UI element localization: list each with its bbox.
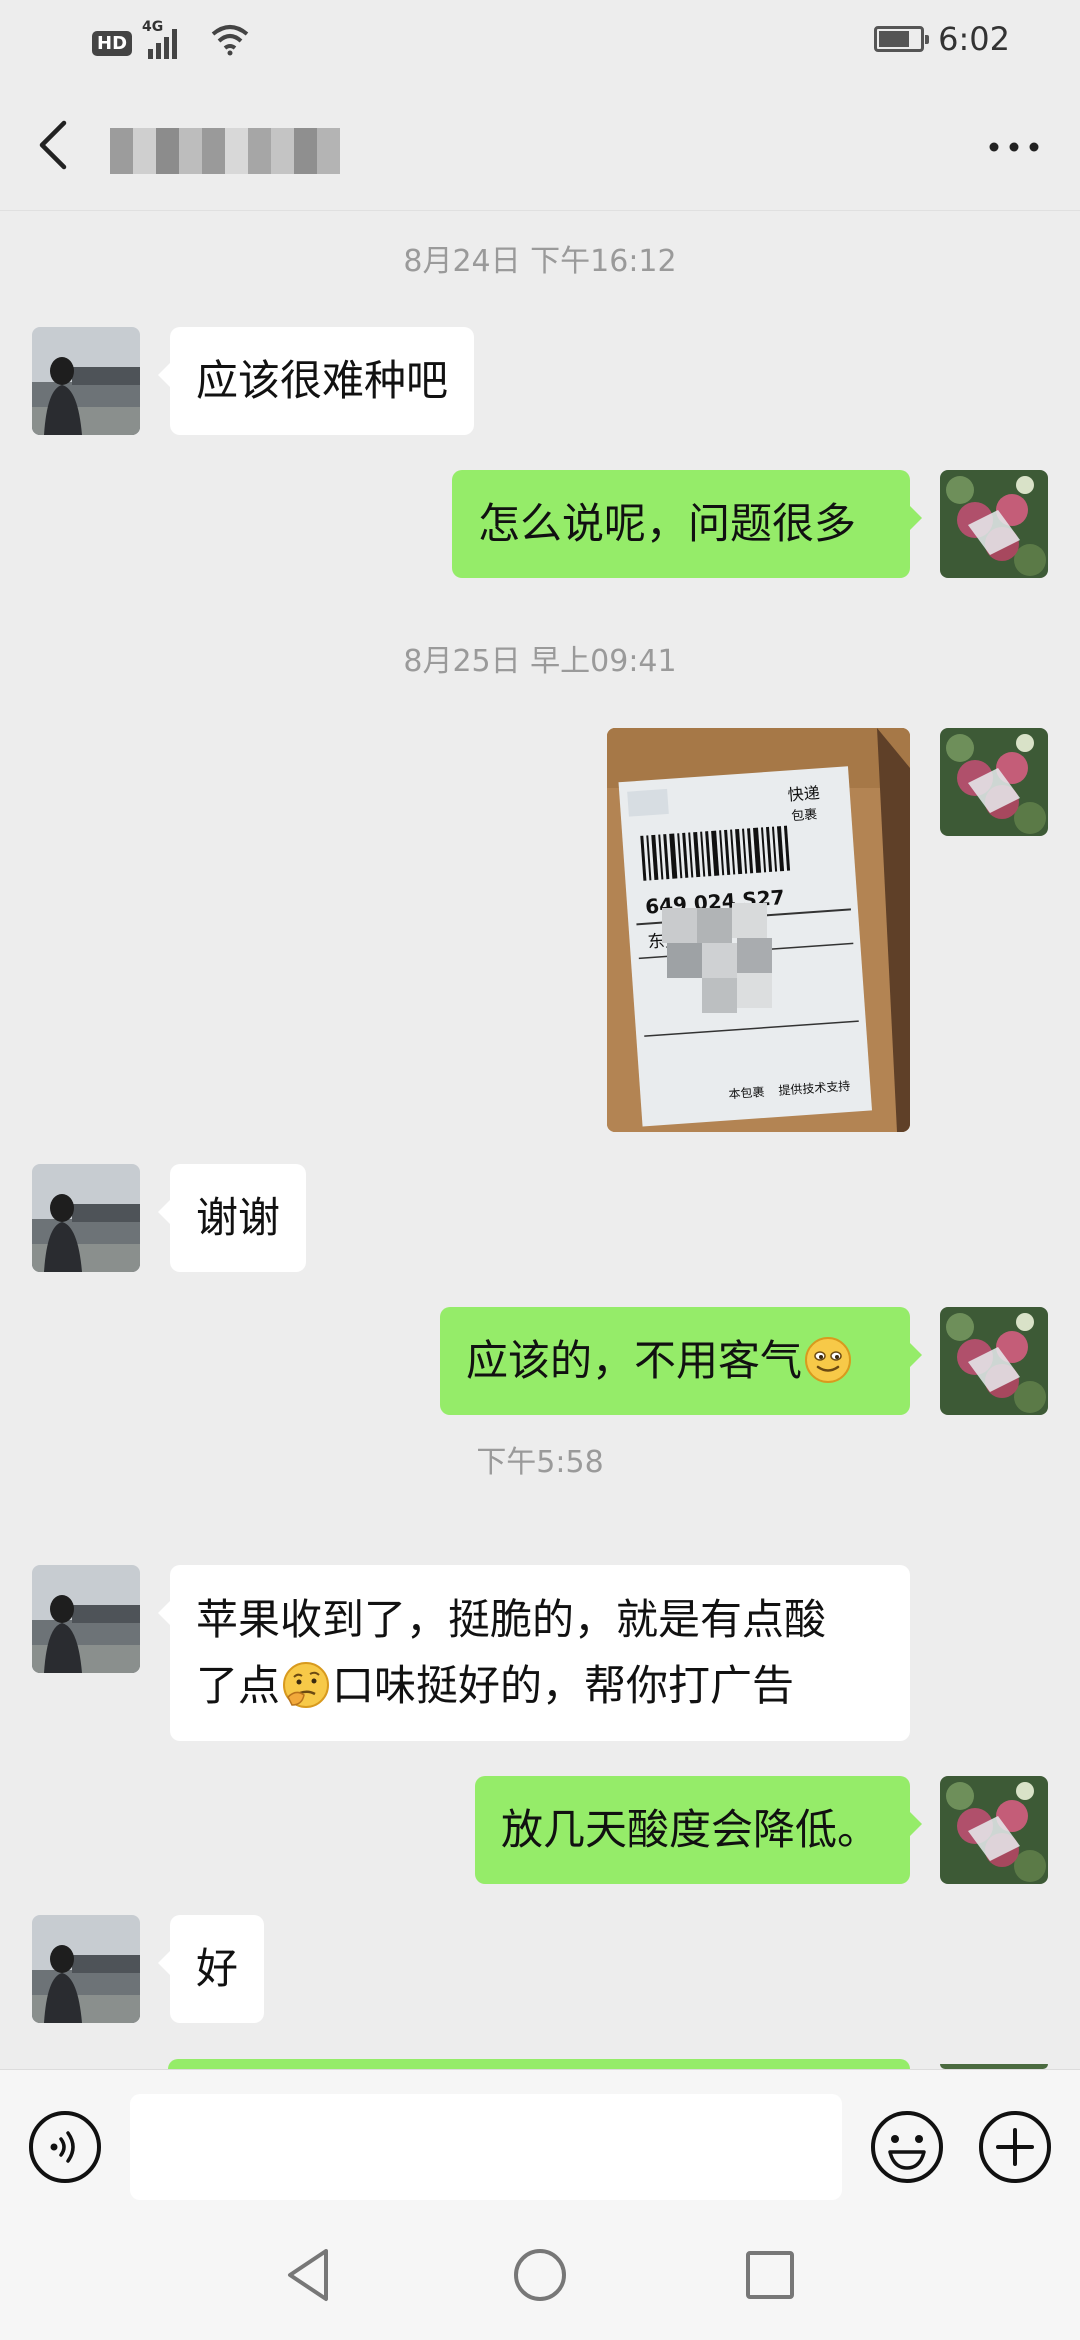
- incoming-message-bubble[interactable]: 苹果收到了，挺脆的，就是有点酸 了点 口味挺好的，帮你打广告: [158, 1565, 910, 1741]
- message-text: 好: [196, 1944, 239, 1993]
- outgoing-message-bubble[interactable]: 放几天酸度会降低。: [475, 1776, 922, 1884]
- outgoing-message-bubble[interactable]: 应该的，不用客气: [440, 1307, 922, 1415]
- incoming-message-bubble[interactable]: 好: [157, 1915, 265, 2023]
- timestamp: 下午5:58: [476, 1445, 604, 1480]
- message-text-line-1: 苹果收到了，挺脆的，就是有点酸: [196, 1595, 827, 1644]
- battery-level: [879, 31, 910, 47]
- contact-avatar[interactable]: [32, 327, 140, 435]
- contact-avatar[interactable]: [32, 1915, 140, 2023]
- message-text: 应该的，不用客气: [466, 1336, 803, 1385]
- message-line-2: 了点 口味挺好的，帮你打广告: [196, 1653, 884, 1719]
- nav-home-icon[interactable]: [510, 2245, 570, 2305]
- voice-icon[interactable]: [28, 2110, 101, 2183]
- message-list[interactable]: 8月24日 下午16:12 应该很难种吧 怎么说呢，问题很多 8月25日 早上0…: [0, 211, 1080, 2069]
- outgoing-message-bubble[interactable]: 怎么说呢，问题很多: [452, 470, 922, 578]
- status-left: HD 4G: [92, 19, 250, 64]
- parcel-photo: 快递 包裹 649 024 S27 本包裹 提供技术支持: [607, 728, 910, 1132]
- label-brand: 快递: [787, 783, 820, 804]
- status-bar: HD 4G 6:02: [0, 0, 1080, 80]
- message-text-line-2a: 了点: [196, 1661, 281, 1710]
- message-text: 怎么说呢，问题很多: [478, 499, 857, 548]
- chevron-left-icon[interactable]: [30, 115, 80, 175]
- input-bar: [0, 2069, 1080, 2206]
- message-text: 放几天酸度会降低。: [501, 1805, 880, 1854]
- message-text-line-2b: 口味挺好的，帮你打广告: [332, 1661, 795, 1710]
- message-line: 应该的，不用客气: [466, 1328, 884, 1394]
- my-avatar[interactable]: [940, 470, 1048, 578]
- smiling-face-emoji: [805, 1336, 852, 1383]
- my-avatar[interactable]: [940, 728, 1048, 836]
- wifi-icon: [210, 22, 250, 64]
- network-type: 4G: [142, 19, 164, 35]
- contact-avatar[interactable]: [32, 1565, 140, 1673]
- timestamp: 8月25日 早上09:41: [403, 644, 677, 679]
- message-text: 谢谢: [196, 1193, 281, 1242]
- more-dots-icon[interactable]: [984, 132, 1044, 162]
- hd-badge: HD: [92, 30, 133, 56]
- label-footer: 本包裹: [728, 1084, 765, 1101]
- thinking-face-emoji: [283, 1661, 330, 1708]
- message-input[interactable]: [130, 2094, 842, 2200]
- my-avatar[interactable]: [940, 1307, 1048, 1415]
- label-sub: 包裹: [791, 808, 818, 825]
- battery-icon: [874, 26, 930, 52]
- outgoing-message-bubble-partial[interactable]: [168, 2059, 910, 2069]
- plus-icon[interactable]: [978, 2110, 1051, 2183]
- clock: 6:02: [938, 20, 1010, 58]
- contact-avatar[interactable]: [32, 1164, 140, 1272]
- nav-recents-icon[interactable]: [740, 2245, 800, 2305]
- blurred-contact-name: [110, 128, 340, 174]
- timestamp: 8月24日 下午16:12: [403, 244, 677, 279]
- signal-icon: 4G: [142, 19, 200, 61]
- image-message[interactable]: 快递 包裹 649 024 S27 本包裹 提供技术支持: [607, 728, 910, 1132]
- incoming-message-bubble[interactable]: 谢谢: [157, 1164, 307, 1272]
- chat-header: [0, 80, 1080, 211]
- message-text: 应该很难种吧: [196, 356, 449, 405]
- incoming-message-bubble[interactable]: 应该很难种吧: [157, 327, 475, 435]
- my-avatar-partial[interactable]: [940, 2059, 1048, 2069]
- system-nav-bar: [0, 2205, 1080, 2340]
- status-right: 6:02: [874, 20, 1010, 58]
- emoji-icon[interactable]: [870, 2110, 943, 2183]
- my-avatar[interactable]: [940, 1776, 1048, 1884]
- nav-back-icon[interactable]: [280, 2245, 340, 2305]
